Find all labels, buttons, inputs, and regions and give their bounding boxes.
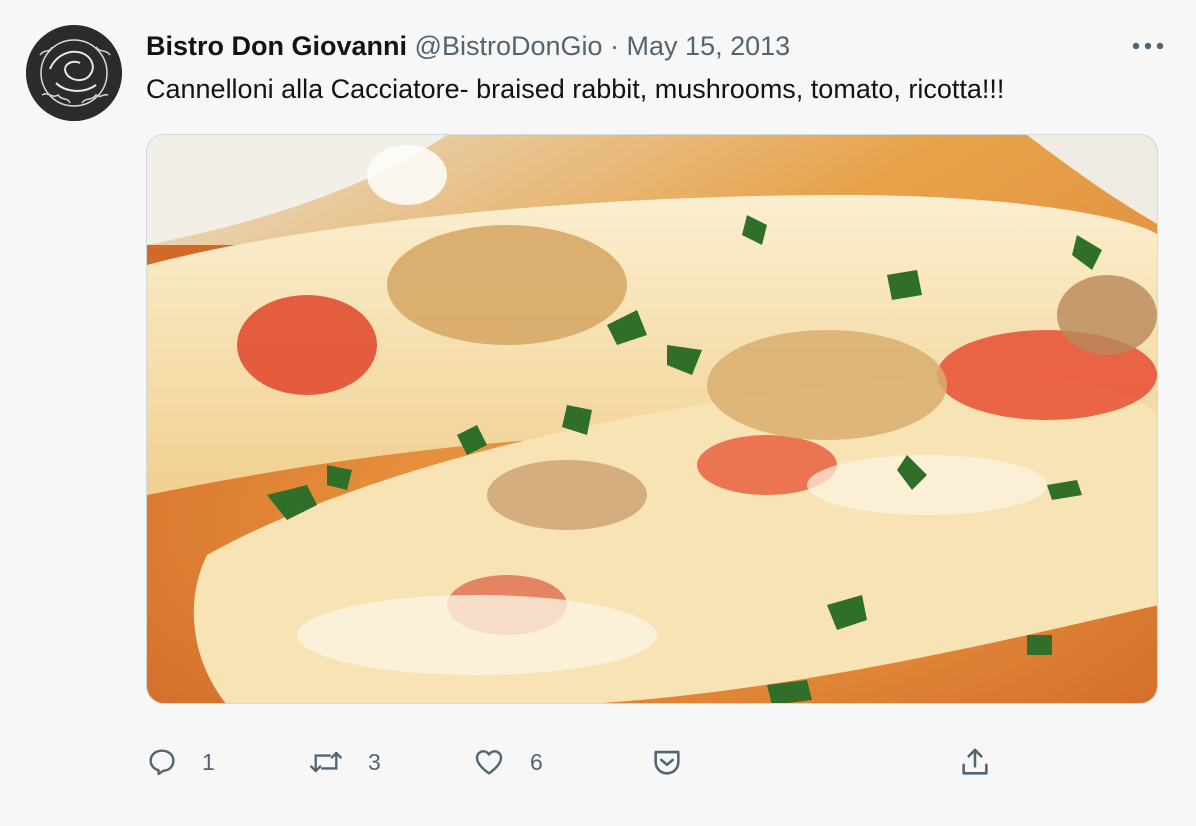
heart-icon xyxy=(475,750,503,775)
save-button[interactable] xyxy=(650,740,684,784)
bookmark-pocket-icon xyxy=(654,750,680,775)
share-icon xyxy=(962,748,988,775)
like-button[interactable]: 6 xyxy=(472,740,543,784)
retweet-count: 3 xyxy=(368,748,381,775)
tweet-card[interactable]: Bistro Don Giovanni @BistroDonGio · May … xyxy=(0,0,1196,826)
more-options-button[interactable] xyxy=(1128,28,1168,64)
tweet-photo[interactable] xyxy=(146,134,1158,704)
tweet-date[interactable]: May 15, 2013 xyxy=(627,31,791,61)
retweet-icon xyxy=(310,751,342,773)
more-horizontal-icon xyxy=(1132,42,1164,50)
like-count: 6 xyxy=(530,748,543,775)
retweet-button[interactable]: 3 xyxy=(308,740,381,784)
header-separator: · xyxy=(610,31,620,61)
tweet-header: Bistro Don Giovanni @BistroDonGio · May … xyxy=(146,28,790,64)
reply-button[interactable]: 1 xyxy=(146,740,215,784)
tweet-actions: 1 3 6 xyxy=(146,740,1158,784)
avatar-logo-icon xyxy=(26,25,122,121)
food-photo-image xyxy=(147,135,1157,703)
avatar[interactable] xyxy=(26,25,122,121)
author-handle[interactable]: @BistroDonGio xyxy=(415,31,603,61)
reply-count: 1 xyxy=(202,748,215,775)
tweet-text: Cannelloni alla Cacciatore- braised rabb… xyxy=(146,74,1005,104)
author-name[interactable]: Bistro Don Giovanni xyxy=(146,31,407,61)
share-button[interactable] xyxy=(958,740,992,784)
reply-icon xyxy=(149,749,175,776)
